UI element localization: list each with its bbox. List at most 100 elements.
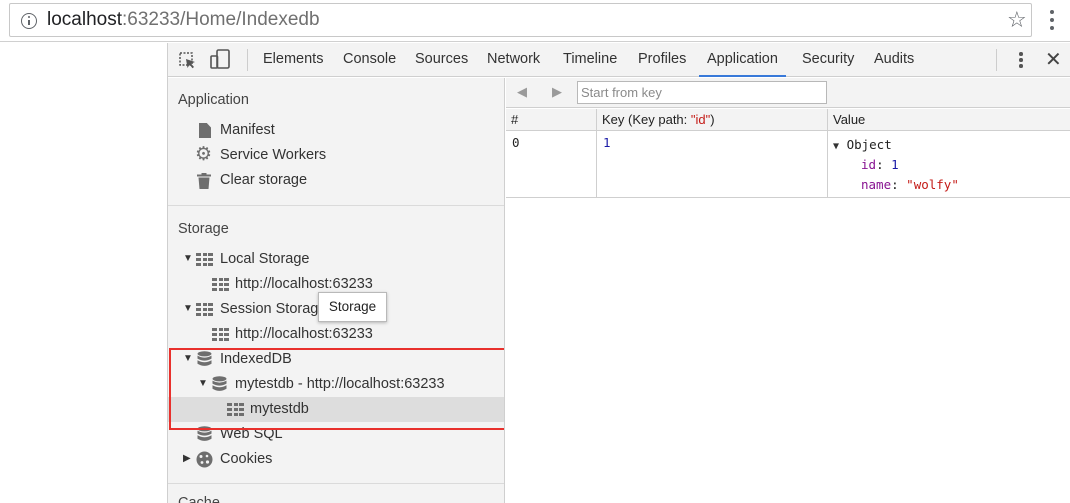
sidebar-item-label: Service Workers <box>220 147 327 163</box>
property-value: 1 <box>891 157 899 172</box>
tab-profiles[interactable]: Profiles <box>638 43 686 77</box>
property-name: id <box>861 157 877 172</box>
expanded-triangle-icon[interactable]: ▼ <box>833 141 839 152</box>
sidebar-item-service-workers[interactable]: ⚙ Service Workers <box>168 143 504 168</box>
data-view-toolbar: ◀ ▶ <box>506 78 1070 108</box>
previous-page-icon[interactable]: ◀ <box>517 84 527 100</box>
property-value: "wolfy" <box>906 177 959 192</box>
expanded-triangle-icon[interactable]: ▼ <box>183 247 193 271</box>
object-property-id: id: 1 <box>861 157 899 172</box>
row-key: 1 <box>603 135 611 150</box>
sidebar-item-indexeddb-database[interactable]: ▼ mytestdb - http://localhost:63233 <box>168 372 504 397</box>
sidebar-item-session-storage-origin[interactable]: http://localhost:63233 <box>168 322 504 347</box>
url-text[interactable]: localhost:63233/Home/Indexedb <box>47 9 320 31</box>
sidebar-item-label: Clear storage <box>220 172 308 188</box>
section-divider <box>168 205 504 206</box>
tab-network[interactable]: Network <box>487 43 540 77</box>
column-header-key[interactable]: Key (Key path: "id") <box>597 109 827 131</box>
browser-window: localhost:63233/Home/Indexedb ☆ Elements… <box>0 0 1070 503</box>
sidebar-item-label: Web SQL <box>220 426 283 442</box>
inspect-element-icon[interactable] <box>179 52 197 70</box>
sidebar-item-label: mytestdb <box>250 401 309 417</box>
expanded-triangle-icon[interactable]: ▼ <box>183 347 193 371</box>
table-grid-icon <box>212 328 229 341</box>
table-grid-icon <box>227 403 244 416</box>
row-index: 0 <box>512 135 520 150</box>
row-divider <box>506 197 1070 198</box>
tab-audits[interactable]: Audits <box>874 43 914 77</box>
omnibox[interactable]: localhost:63233/Home/Indexedb ☆ <box>9 3 1032 37</box>
application-sidebar: Application Manifest ⚙ Service Workers C… <box>168 78 505 503</box>
sidebar-item-label: Session Storage <box>220 301 327 317</box>
trash-icon <box>197 173 211 189</box>
gear-icon: ⚙ <box>195 144 213 165</box>
toolbar-separator <box>247 49 248 71</box>
sidebar-item-indexeddb-object-store[interactable]: mytestdb <box>168 397 504 422</box>
sidebar-item-cookies[interactable]: ▶ Cookies <box>168 447 504 472</box>
collapsed-triangle-icon[interactable]: ▶ <box>183 447 191 471</box>
database-icon <box>212 376 227 391</box>
sidebar-item-indexeddb[interactable]: ▼ IndexedDB <box>168 347 504 372</box>
page-viewport <box>0 43 167 503</box>
property-name: name <box>861 177 892 192</box>
tab-sources[interactable]: Sources <box>415 43 468 77</box>
devtools-toolbar: Elements Console Sources Network Timelin… <box>168 43 1070 77</box>
sidebar-item-label: Manifest <box>220 122 275 138</box>
url-path: :63233/Home/Indexedb <box>122 9 320 30</box>
column-header-key-prefix: Key (Key path: <box>602 112 691 127</box>
sidebar-item-manifest[interactable]: Manifest <box>168 118 504 143</box>
devtools-panel: Elements Console Sources Network Timelin… <box>167 43 1070 503</box>
column-header-value[interactable]: Value <box>828 109 1070 131</box>
sidebar-item-label: http://localhost:63233 <box>235 326 373 342</box>
address-bar-area: localhost:63233/Home/Indexedb ☆ <box>0 0 1070 42</box>
indexeddb-data-view: ◀ ▶ # Key (Key path: "id") Value 0 1 ▼ O… <box>506 78 1070 503</box>
column-header-index[interactable]: # <box>506 109 596 131</box>
row-value-object[interactable]: ▼ Object <box>833 137 892 152</box>
devtools-menu-icon[interactable] <box>1016 51 1026 69</box>
section-title-storage: Storage <box>178 221 229 237</box>
sidebar-item-label: mytestdb - http://localhost:63233 <box>235 376 445 392</box>
start-from-key-input[interactable] <box>577 81 827 104</box>
sidebar-item-label: IndexedDB <box>220 351 292 367</box>
database-icon <box>197 351 212 366</box>
column-divider <box>827 109 828 197</box>
sidebar-item-local-storage[interactable]: ▼ Local Storage <box>168 247 504 272</box>
property-separator: : <box>891 177 907 192</box>
table-grid-icon <box>212 278 229 291</box>
tab-console[interactable]: Console <box>343 43 396 77</box>
section-title-application: Application <box>178 92 249 108</box>
sidebar-item-web-sql[interactable]: Web SQL <box>168 422 504 447</box>
device-toolbar-icon[interactable] <box>209 49 231 69</box>
tab-application[interactable]: Application <box>699 43 786 77</box>
table-header: # Key (Key path: "id") Value <box>506 109 1070 131</box>
sidebar-item-label: Local Storage <box>220 251 310 267</box>
column-header-key-suffix: ) <box>710 112 715 127</box>
site-info-icon[interactable] <box>21 13 37 29</box>
tab-security[interactable]: Security <box>802 43 854 77</box>
sidebar-item-clear-storage[interactable]: Clear storage <box>168 168 504 193</box>
expanded-triangle-icon[interactable]: ▼ <box>198 372 208 396</box>
section-title-cache: Cache <box>178 495 220 503</box>
document-icon <box>199 123 211 138</box>
object-property-name: name: "wolfy" <box>861 177 959 192</box>
storage-tooltip: Storage <box>318 292 387 322</box>
tab-timeline[interactable]: Timeline <box>563 43 617 77</box>
cookie-icon <box>196 451 213 468</box>
column-divider <box>596 109 597 197</box>
bookmark-star-icon[interactable]: ☆ <box>1007 7 1027 33</box>
tab-elements[interactable]: Elements <box>263 43 323 77</box>
table-grid-icon <box>196 253 213 266</box>
next-page-icon[interactable]: ▶ <box>552 84 562 100</box>
sidebar-item-label: Cookies <box>220 451 273 467</box>
property-separator: : <box>876 157 892 172</box>
expanded-triangle-icon[interactable]: ▼ <box>183 297 193 321</box>
toolbar-separator <box>996 49 997 71</box>
section-divider <box>168 483 504 484</box>
close-devtools-icon[interactable]: ✕ <box>1045 49 1062 71</box>
table-grid-icon <box>196 303 213 316</box>
url-host: localhost <box>47 9 122 30</box>
object-type-label: Object <box>846 137 892 152</box>
database-icon <box>197 426 212 441</box>
browser-menu-icon[interactable] <box>1044 9 1060 31</box>
column-header-key-path: "id" <box>690 112 711 127</box>
